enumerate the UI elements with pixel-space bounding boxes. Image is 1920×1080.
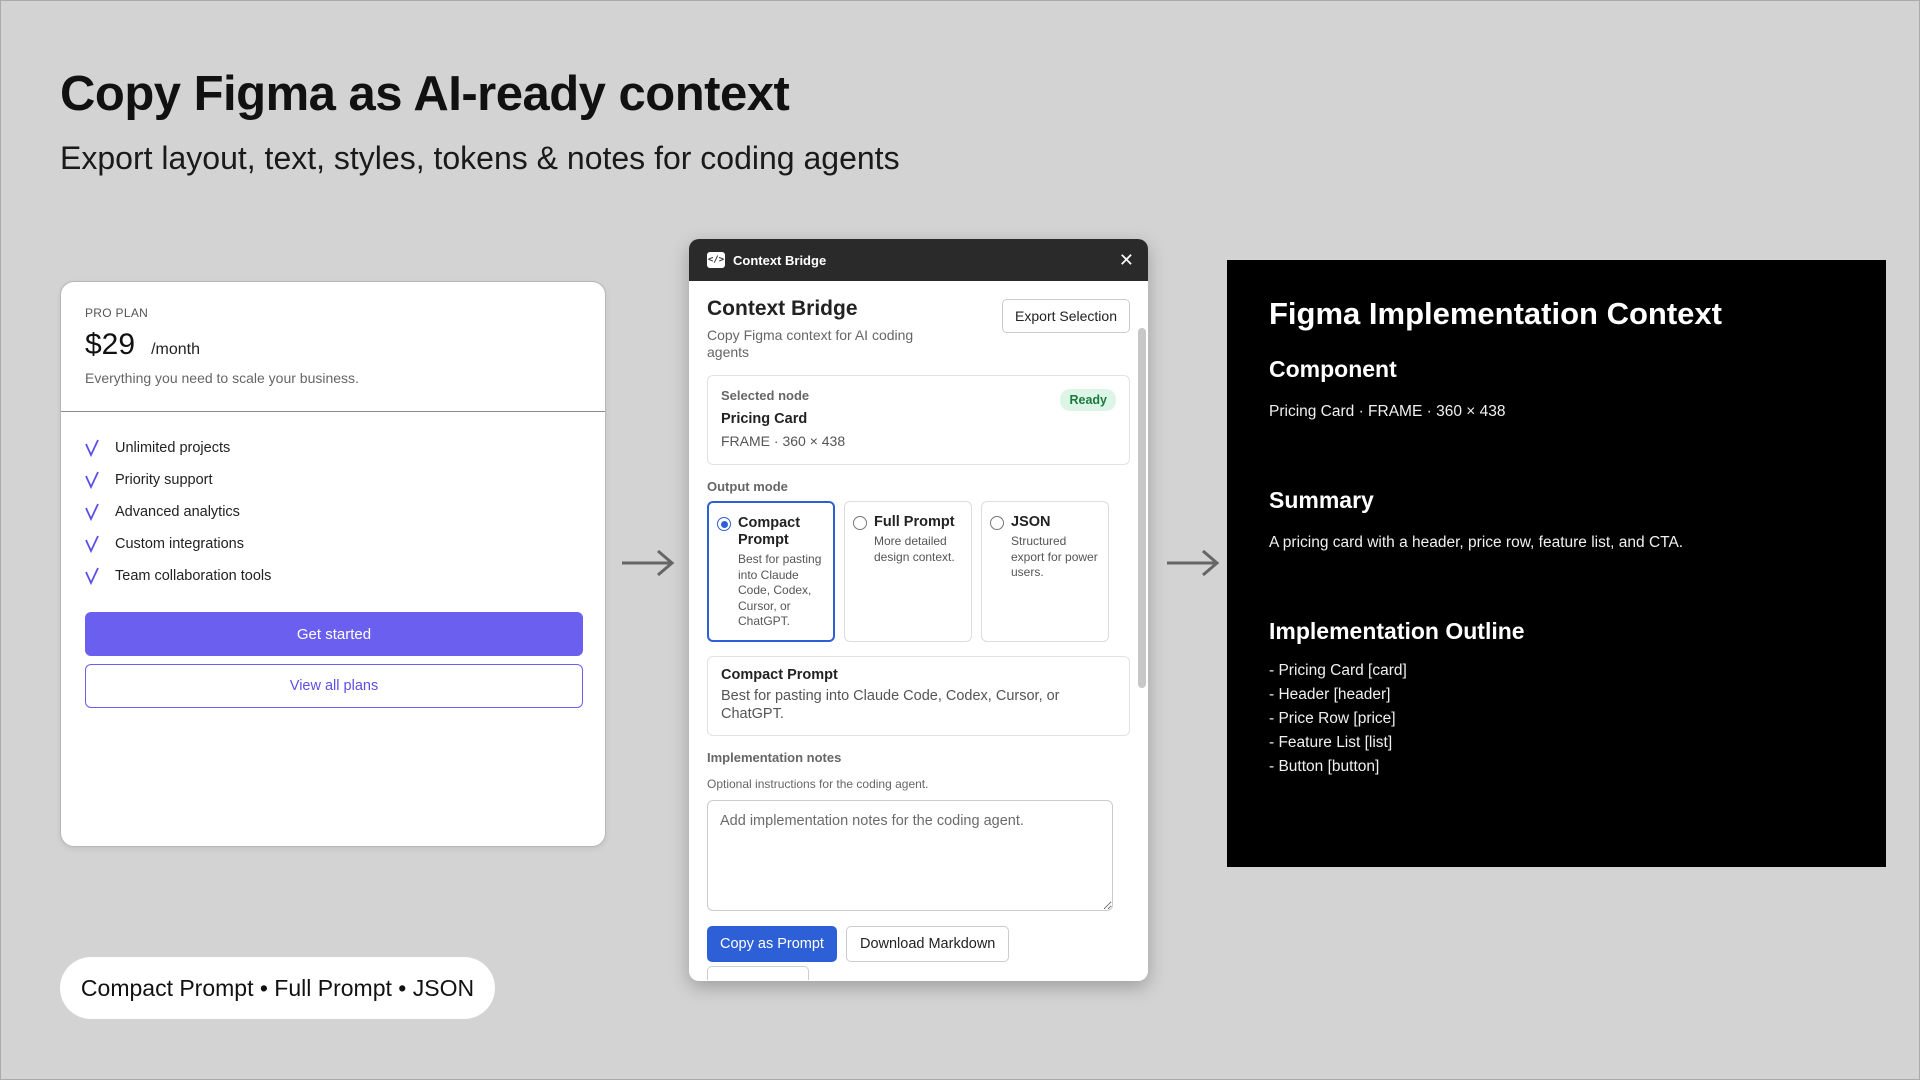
output-panel: Figma Implementation Context Component P…: [1227, 260, 1886, 867]
check-icon: [85, 471, 99, 489]
plan-description: Everything you need to scale your busine…: [85, 370, 359, 386]
plugin-titlebar: </> Context Bridge ✕: [689, 239, 1148, 281]
selected-node-label: Selected node: [721, 388, 810, 403]
selected-node-meta: FRAME · 360 × 438: [721, 433, 846, 449]
plugin-window: </> Context Bridge ✕ Context Bridge Copy…: [689, 239, 1148, 981]
radio-unselected[interactable]: [990, 516, 1004, 530]
hero-title: Copy Figma as AI-ready context: [60, 67, 790, 121]
output-mode-label: Output mode: [707, 479, 788, 494]
close-icon[interactable]: ✕: [1119, 250, 1134, 271]
outline-item: - Button [button]: [1269, 758, 1380, 775]
mode-description: More detailed design context.: [874, 534, 955, 564]
component-heading: Component: [1269, 356, 1397, 382]
feature-label: Unlimited projects: [115, 440, 231, 456]
price-period: /month: [151, 341, 200, 358]
pricing-card-header: PRO PLAN $29 /month Everything you need …: [61, 282, 605, 412]
mode-title: JSON: [1011, 514, 1051, 530]
mode-option-json[interactable]: JSON Structured export for power users.: [981, 501, 1109, 642]
get-started-button[interactable]: Get started: [85, 612, 583, 656]
feature-label: Team collaboration tools: [115, 568, 272, 584]
outline-heading: Implementation Outline: [1269, 618, 1525, 644]
check-icon: [85, 503, 99, 521]
arrow-right-icon: [1167, 549, 1220, 577]
action-row: Copy as Prompt Download Markdown: [707, 926, 1130, 962]
check-icon: [85, 567, 99, 585]
feature-label: Advanced analytics: [115, 504, 240, 520]
copy-as-prompt-button[interactable]: Copy as Prompt: [707, 926, 837, 962]
price: $29: [85, 328, 136, 361]
plugin-subtitle: Copy Figma context for AI coding agents: [707, 327, 914, 360]
outline-item: - Pricing Card [card]: [1269, 662, 1407, 679]
scrollbar[interactable]: [1138, 328, 1146, 688]
arrow-right-icon: [622, 549, 675, 577]
feature-item: Custom integrations: [85, 528, 581, 560]
implementation-notes-label: Implementation notes: [707, 750, 842, 765]
code-icon: </>: [707, 252, 725, 268]
implementation-notes-input[interactable]: [707, 800, 1113, 911]
mode-description-text: Best for pasting into Claude Code, Codex…: [721, 688, 1060, 722]
mode-description: Structured export for power users.: [1011, 534, 1098, 579]
output-mode-options: Compact Prompt Best for pasting into Cla…: [707, 501, 1130, 642]
component-text: Pricing Card · FRAME · 360 × 438: [1269, 403, 1506, 420]
plugin-body: Context Bridge Copy Figma context for AI…: [689, 281, 1148, 981]
view-all-plans-button[interactable]: View all plans: [85, 664, 583, 708]
outline-item: - Feature List [list]: [1269, 734, 1393, 751]
status-badge: Ready: [1060, 389, 1116, 411]
selected-node-name: Pricing Card: [721, 411, 808, 427]
window-title: Context Bridge: [733, 252, 827, 268]
export-selection-button[interactable]: Export Selection: [1002, 299, 1130, 333]
check-icon: [85, 535, 99, 553]
feature-list: Unlimited projects Priority support Adva…: [61, 412, 605, 592]
outline-list: - Pricing Card [card] - Header [header] …: [1269, 659, 1844, 779]
plugin-title: Context Bridge: [707, 297, 858, 320]
pricing-card: PRO PLAN $29 /month Everything you need …: [60, 281, 606, 847]
feature-item: Unlimited projects: [85, 432, 581, 464]
feature-label: Custom integrations: [115, 536, 244, 552]
selected-node-panel: Selected node Pricing Card FRAME · 360 ×…: [707, 375, 1130, 465]
plan-label: PRO PLAN: [85, 306, 149, 320]
output-title: Figma Implementation Context: [1269, 296, 1722, 331]
outline-item: - Price Row [price]: [1269, 710, 1396, 727]
partially-visible-button[interactable]: [707, 966, 809, 980]
check-icon: [85, 439, 99, 457]
radio-selected[interactable]: [717, 517, 731, 531]
feature-item: Advanced analytics: [85, 496, 581, 528]
mode-option-compact-prompt[interactable]: Compact Prompt Best for pasting into Cla…: [707, 501, 835, 642]
feature-item: Team collaboration tools: [85, 560, 581, 592]
feature-label: Priority support: [115, 472, 213, 488]
summary-heading: Summary: [1269, 487, 1374, 513]
radio-unselected[interactable]: [853, 516, 867, 530]
outline-item: - Header [header]: [1269, 686, 1391, 703]
mode-option-full-prompt[interactable]: Full Prompt More detailed design context…: [844, 501, 972, 642]
mode-description-title: Compact Prompt: [721, 667, 838, 683]
plugin-header: Context Bridge Copy Figma context for AI…: [707, 297, 1130, 361]
price-row: $29 /month: [85, 328, 581, 362]
hero-subtitle: Export layout, text, styles, tokens & no…: [60, 140, 900, 176]
implementation-notes-help: Optional instructions for the coding age…: [707, 777, 929, 791]
summary-text: A pricing card with a header, price row,…: [1269, 534, 1684, 551]
mode-title: Compact Prompt: [738, 515, 801, 548]
output-modes-pill: Compact Prompt • Full Prompt • JSON: [60, 957, 495, 1019]
mode-description: Best for pasting into Claude Code, Codex…: [738, 552, 822, 628]
feature-item: Priority support: [85, 464, 581, 496]
download-markdown-button[interactable]: Download Markdown: [845, 926, 1010, 962]
mode-description-panel: Compact Prompt Best for pasting into Cla…: [707, 656, 1130, 736]
mode-title: Full Prompt: [874, 514, 955, 530]
